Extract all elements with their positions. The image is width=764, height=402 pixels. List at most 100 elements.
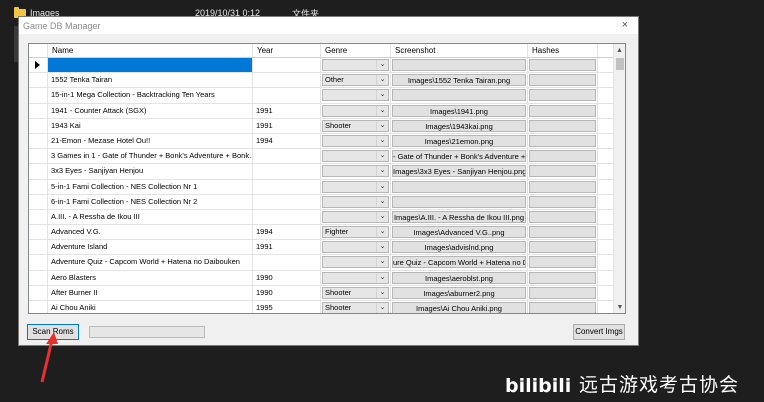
name-cell[interactable]: Adventure Island xyxy=(48,240,253,255)
hashes-button[interactable] xyxy=(529,302,596,313)
genre-dropdown[interactable]: ⌄ xyxy=(322,89,389,102)
year-cell[interactable] xyxy=(253,255,321,270)
year-cell[interactable] xyxy=(253,194,321,209)
name-cell[interactable]: 21-Emon - Mezase Hotel Ou!! xyxy=(48,133,253,149)
genre-dropdown[interactable]: Other ⌄ xyxy=(322,74,389,87)
genre-dropdown[interactable]: ⌄ xyxy=(322,210,389,223)
hashes-button[interactable] xyxy=(529,74,596,87)
table-row[interactable]: Advanced V.G. 1994 Fighter ⌄ Images\Advanced… xyxy=(29,225,625,241)
year-cell[interactable]: 1995 xyxy=(253,301,321,313)
chevron-down-icon[interactable]: ⌄ xyxy=(376,75,388,86)
year-cell[interactable]: 1991 xyxy=(253,103,321,118)
hashes-button[interactable] xyxy=(529,59,596,71)
chevron-down-icon[interactable]: ⌄ xyxy=(376,166,388,177)
year-cell[interactable] xyxy=(253,164,321,179)
screenshot-button[interactable] xyxy=(392,195,526,208)
row-header[interactable] xyxy=(29,194,48,209)
row-header[interactable] xyxy=(29,118,48,133)
chevron-down-icon[interactable]: ⌄ xyxy=(376,90,388,101)
hashes-button[interactable] xyxy=(529,241,596,254)
table-row[interactable]: 5-in-1 Fami Collection - NES Collection … xyxy=(29,179,625,195)
name-cell[interactable] xyxy=(48,58,253,73)
screenshot-button[interactable]: Images\1941.png xyxy=(392,104,526,117)
games-grid[interactable]: Name Year Genre Screenshot Hashes ⌄ 1552 … xyxy=(28,43,626,314)
name-cell[interactable]: A.III. - A Ressha de Ikou III xyxy=(48,209,253,225)
screenshot-button[interactable]: Images\advislnd.png xyxy=(392,241,526,254)
genre-dropdown[interactable]: ⌄ xyxy=(322,256,389,269)
hashes-button[interactable] xyxy=(529,226,596,239)
name-cell[interactable]: 1552 Tenka Tairan xyxy=(48,73,253,88)
genre-dropdown[interactable]: ⌄ xyxy=(322,241,389,254)
genre-dropdown[interactable]: ⌄ xyxy=(322,165,389,178)
name-cell[interactable]: 5-in-1 Fami Collection - NES Collection … xyxy=(48,179,253,194)
row-header[interactable] xyxy=(29,270,48,285)
table-row[interactable]: After Burner II 1990 Shooter ⌄ Images\aburne… xyxy=(29,285,625,301)
screenshot-button[interactable]: Images\3x3 Eyes - Sanjiyan Henjou.png xyxy=(392,165,526,178)
row-header-corner[interactable] xyxy=(29,44,48,57)
genre-dropdown[interactable]: Fighter ⌄ xyxy=(322,226,389,239)
genre-dropdown[interactable]: Shooter ⌄ xyxy=(322,286,389,299)
row-header[interactable] xyxy=(29,240,48,255)
screenshot-button[interactable]: Images\aeroblst.png xyxy=(392,271,526,284)
hashes-button[interactable] xyxy=(529,89,596,102)
year-cell[interactable] xyxy=(253,209,321,225)
convert-imgs-button[interactable]: Convert Imgs xyxy=(573,324,625,340)
hashes-button[interactable] xyxy=(529,104,596,117)
hashes-button[interactable] xyxy=(529,210,596,223)
year-cell[interactable]: 1991 xyxy=(253,118,321,133)
screenshot-button[interactable]: Images\A.III. - A Ressha de Ikou III.png xyxy=(392,210,526,223)
row-header[interactable] xyxy=(29,164,48,179)
table-row[interactable]: ⌄ xyxy=(29,58,625,74)
table-row[interactable]: 1943 Kai 1991 Shooter ⌄ Images\1943kai.png xyxy=(29,118,625,134)
chevron-down-icon[interactable]: ⌄ xyxy=(376,151,388,162)
column-header-screenshot[interactable]: Screenshot xyxy=(391,44,528,57)
screenshot-button[interactable]: ure Quiz - Capcom World + Hatena no D xyxy=(392,256,526,269)
year-cell[interactable]: 1991 xyxy=(253,240,321,255)
chevron-down-icon[interactable]: ⌄ xyxy=(376,181,388,192)
close-icon[interactable]: × xyxy=(622,19,628,31)
chevron-down-icon[interactable]: ⌄ xyxy=(376,303,388,313)
hashes-button[interactable] xyxy=(529,195,596,208)
name-cell[interactable]: 6-in-1 Fami Collection - NES Collection … xyxy=(48,194,253,209)
chevron-down-icon[interactable]: ⌄ xyxy=(376,211,388,222)
column-header-name[interactable]: Name xyxy=(48,44,253,57)
row-header[interactable] xyxy=(29,88,48,103)
column-header-year[interactable]: Year xyxy=(253,44,321,57)
row-header[interactable] xyxy=(29,179,48,194)
hashes-button[interactable] xyxy=(529,150,596,163)
name-cell[interactable]: 3x3 Eyes - Sanjiyan Henjou xyxy=(48,164,253,179)
year-cell[interactable]: 1994 xyxy=(253,133,321,149)
hashes-button[interactable] xyxy=(529,286,596,299)
table-row[interactable]: 6-in-1 Fami Collection - NES Collection … xyxy=(29,194,625,210)
genre-dropdown[interactable]: ⌄ xyxy=(322,134,389,147)
table-row[interactable]: Adventure Island 1991 ⌄ Images\advislnd.png xyxy=(29,240,625,256)
screenshot-button[interactable]: Images\Advanced V.G..png xyxy=(392,226,526,239)
genre-dropdown[interactable]: ⌄ xyxy=(322,271,389,284)
name-cell[interactable]: 1943 Kai xyxy=(48,118,253,133)
year-cell[interactable]: 1994 xyxy=(253,225,321,240)
year-cell[interactable] xyxy=(253,88,321,103)
name-cell[interactable]: 15-in-1 Mega Collection - Backtracking T… xyxy=(48,88,253,103)
screenshot-button[interactable]: Images\1552 Tenka Tairan.png xyxy=(392,74,526,87)
name-cell[interactable]: Adventure Quiz - Capcom World + Hatena n… xyxy=(48,255,253,270)
chevron-down-icon[interactable]: ⌄ xyxy=(376,227,388,238)
table-row[interactable]: 15-in-1 Mega Collection - Backtracking T… xyxy=(29,88,625,104)
table-row[interactable]: 3x3 Eyes - Sanjiyan Henjou ⌄ Images\3x3 Ey… xyxy=(29,164,625,180)
chevron-down-icon[interactable]: ⌄ xyxy=(376,120,388,131)
screenshot-button[interactable]: Images\21emon.png xyxy=(392,134,526,147)
row-header[interactable] xyxy=(29,209,48,225)
screenshot-button[interactable] xyxy=(392,180,526,193)
scroll-thumb[interactable] xyxy=(616,58,624,70)
hashes-button[interactable] xyxy=(529,119,596,132)
scroll-up-icon[interactable]: ▲ xyxy=(614,44,625,56)
name-cell[interactable]: 1941 - Counter Attack (SGX) xyxy=(48,103,253,118)
year-cell[interactable]: 1990 xyxy=(253,285,321,300)
row-header[interactable] xyxy=(29,255,48,270)
row-header[interactable] xyxy=(29,301,48,313)
vertical-scrollbar[interactable]: ▲ ▼ xyxy=(613,44,625,313)
row-header[interactable] xyxy=(29,285,48,300)
name-cell[interactable]: 3 Games in 1 - Gate of Thunder + Bonk's … xyxy=(48,149,253,164)
table-row[interactable]: Aero Blasters 1990 ⌄ Images\aeroblst.png xyxy=(29,270,625,286)
hashes-button[interactable] xyxy=(529,180,596,193)
name-cell[interactable]: After Burner II xyxy=(48,285,253,300)
